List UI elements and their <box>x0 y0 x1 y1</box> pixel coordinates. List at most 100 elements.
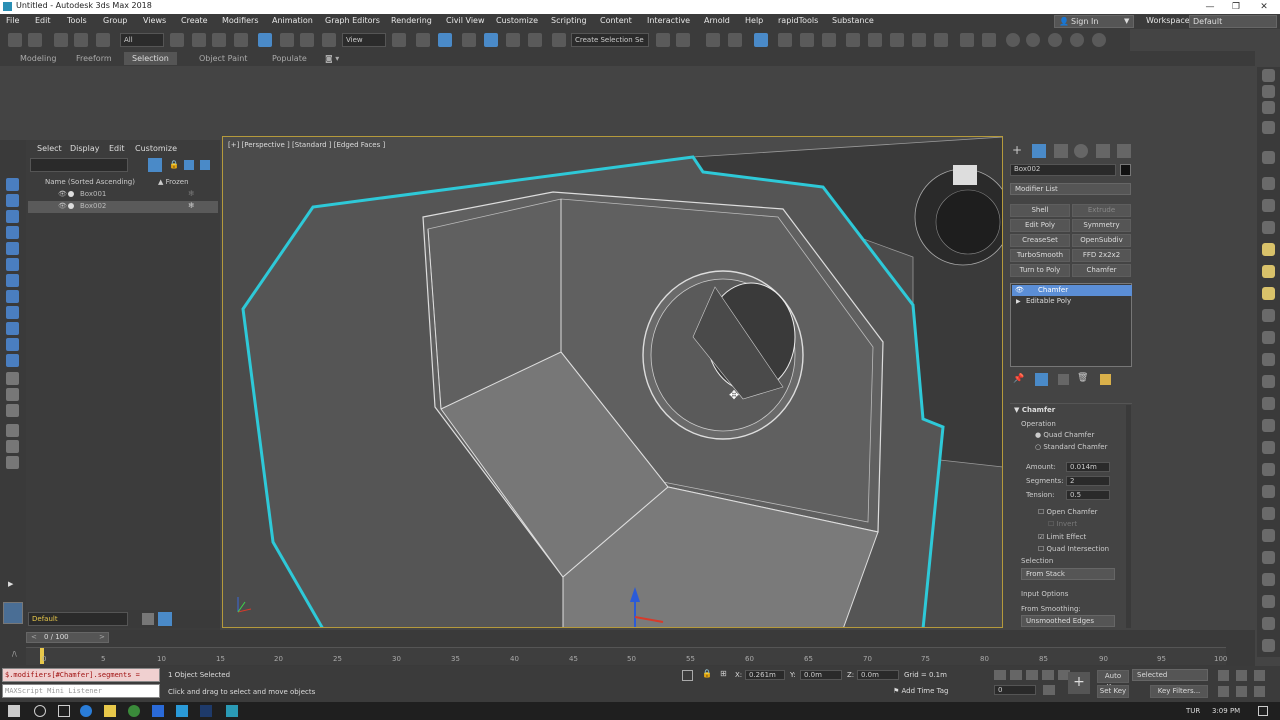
tool-icon[interactable] <box>1262 441 1275 454</box>
toggle-scene-explorer-icon[interactable] <box>706 33 720 47</box>
previous-frame-icon[interactable] <box>1010 670 1022 680</box>
orbit-icon[interactable] <box>1254 686 1265 697</box>
set-key-big-icon[interactable]: + <box>1068 672 1090 694</box>
edge-icon[interactable] <box>80 705 92 717</box>
display-geometry-icon[interactable] <box>6 178 19 191</box>
windows-start-icon[interactable] <box>8 705 20 717</box>
next-frame-icon[interactable] <box>1042 670 1054 680</box>
spinner-snap-icon[interactable] <box>528 33 542 47</box>
selection-dropdown[interactable]: From Stack <box>1021 568 1115 580</box>
tab-modeling[interactable]: Modeling <box>20 54 56 63</box>
align-icon[interactable] <box>676 33 690 47</box>
expand-arrow-icon[interactable]: ▶ <box>1016 296 1021 307</box>
toggle-ribbon-icon[interactable] <box>754 33 768 47</box>
ribbon-options-icon[interactable]: ◙ ▾ <box>325 54 339 63</box>
viewport-label[interactable]: [+] [Perspective ] [Standard ] [Edged Fa… <box>228 141 385 149</box>
keyboard-shortcut-override-icon[interactable] <box>438 33 452 47</box>
edit-poly-button[interactable]: Edit Poly <box>1010 219 1070 232</box>
circle-icon[interactable] <box>1006 33 1020 47</box>
layers-icon[interactable] <box>142 613 154 625</box>
chrome-icon[interactable] <box>128 705 140 717</box>
zoom-all-icon[interactable] <box>1236 670 1247 681</box>
tool-icon[interactable] <box>1262 507 1275 520</box>
app-icon[interactable] <box>176 705 188 717</box>
eye-icon[interactable]: 👁 <box>58 202 67 210</box>
menu-animation[interactable]: Animation <box>272 16 313 25</box>
render-production-icon[interactable] <box>890 33 904 47</box>
tool-icon[interactable] <box>1262 419 1275 432</box>
chamfer-button[interactable]: Chamfer <box>1072 264 1131 277</box>
menu-interactive[interactable]: Interactive <box>647 16 690 25</box>
make-unique-icon[interactable] <box>1058 374 1069 385</box>
tool-icon[interactable] <box>1262 375 1275 388</box>
creaseset-button[interactable]: CreaseSet <box>1010 234 1070 247</box>
tab-customize[interactable]: Customize <box>135 144 177 153</box>
set-key-button[interactable]: Set Key <box>1097 685 1129 698</box>
file-explorer-icon[interactable] <box>104 705 116 717</box>
photoshop-icon[interactable] <box>200 705 212 717</box>
zoom-extents-icon[interactable] <box>1254 670 1265 681</box>
menu-create[interactable]: Create <box>181 16 208 25</box>
material-editor-icon[interactable] <box>822 33 836 47</box>
configure-modifier-sets-icon[interactable] <box>1100 374 1111 385</box>
snowflake-icon[interactable]: ❄ <box>188 189 195 198</box>
display-hidden-icon[interactable] <box>6 354 19 367</box>
x-coordinate-field[interactable]: 0.261m <box>745 670 785 680</box>
explorer-toggle-icon[interactable] <box>3 602 23 624</box>
tab-populate[interactable]: Populate <box>272 54 307 63</box>
pencil-icon[interactable] <box>960 33 974 47</box>
window-crossing-icon[interactable] <box>234 33 248 47</box>
time-configuration-icon[interactable] <box>1043 685 1055 695</box>
sign-in-dropdown[interactable]: 👤 Sign In ▼ <box>1054 15 1134 28</box>
utilities-tab-icon[interactable] <box>1117 144 1131 158</box>
display-none-icon[interactable] <box>6 388 19 401</box>
expand-arrow-icon[interactable]: ▶ <box>8 580 13 588</box>
hierarchy-icon[interactable] <box>184 160 194 170</box>
tool-icon[interactable] <box>1262 485 1275 498</box>
go-to-start-icon[interactable] <box>994 670 1006 680</box>
a360-gallery-icon[interactable] <box>934 33 948 47</box>
circle-icon[interactable] <box>1048 33 1062 47</box>
filter-icon[interactable] <box>6 440 19 453</box>
segments-spinner[interactable]: 2 <box>1066 476 1110 486</box>
track-bar[interactable]: 0 5 10 15 20 25 30 35 40 45 50 55 60 65 … <box>26 647 1227 665</box>
auto-key-button[interactable]: Auto Key <box>1097 670 1129 691</box>
display-frozen-icon[interactable] <box>6 338 19 351</box>
placement-icon[interactable] <box>322 33 336 47</box>
display-shapes-icon[interactable] <box>6 194 19 207</box>
notifications-icon[interactable] <box>1258 706 1268 716</box>
menu-edit[interactable]: Edit <box>35 16 51 25</box>
curve-editor-icon[interactable] <box>778 33 792 47</box>
render-setup-icon[interactable] <box>846 33 860 47</box>
quad-intersection-checkbox[interactable]: ☐ Quad Intersection <box>1038 545 1109 553</box>
y-coordinate-field[interactable]: 0.0m <box>800 670 842 680</box>
rendered-frame-window-icon[interactable] <box>868 33 882 47</box>
tool-icon[interactable] <box>1262 199 1275 212</box>
display-all-icon[interactable] <box>6 372 19 385</box>
limit-effect-checkbox[interactable]: ☑ Limit Effect <box>1038 533 1086 541</box>
tool-icon[interactable] <box>1262 529 1275 542</box>
menu-modifiers[interactable]: Modifiers <box>222 16 259 25</box>
tool-icon[interactable] <box>1262 85 1275 98</box>
ffd-button[interactable]: FFD 2x2x2 <box>1072 249 1131 262</box>
tool-icon[interactable] <box>1262 101 1275 114</box>
plus-icon[interactable] <box>982 33 996 47</box>
link-icon[interactable] <box>54 33 68 47</box>
pan-icon[interactable] <box>1236 686 1247 697</box>
tool-icon[interactable] <box>1262 595 1275 608</box>
filter-icon[interactable] <box>148 158 162 172</box>
eye-icon[interactable]: 👁 <box>58 190 67 198</box>
maximize-button[interactable]: ❐ <box>1222 0 1250 14</box>
menu-views[interactable]: Views <box>143 16 166 25</box>
tool-icon[interactable] <box>1262 331 1275 344</box>
z-coordinate-field[interactable]: 0.0m <box>857 670 899 680</box>
track-bar-toggle-icon[interactable]: /\ <box>12 650 17 658</box>
tool-icon[interactable] <box>1262 265 1275 278</box>
display-containers-icon[interactable] <box>6 322 19 335</box>
schematic-view-icon[interactable] <box>800 33 814 47</box>
tab-selection[interactable]: Selection <box>124 52 177 65</box>
menu-help[interactable]: Help <box>745 16 763 25</box>
workspace-dropdown[interactable]: Default <box>1189 15 1277 28</box>
tool-icon[interactable] <box>1262 177 1275 190</box>
turn-to-poly-button[interactable]: Turn to Poly <box>1010 264 1070 277</box>
